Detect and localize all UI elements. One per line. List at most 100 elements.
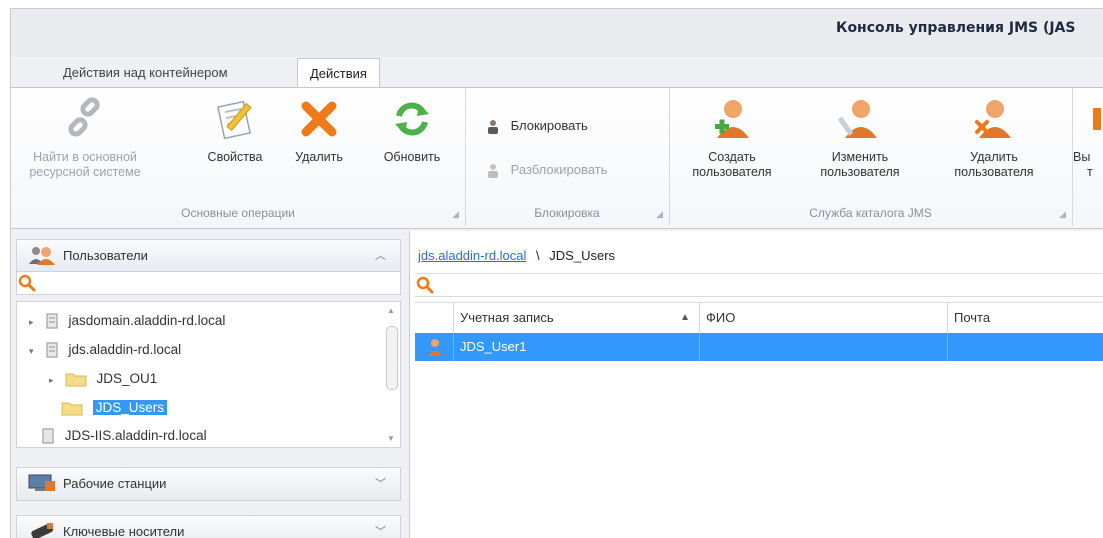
delete-user-label-2: пользователя [954,165,1034,179]
cell-fio [699,333,946,361]
properties-label: Свойства [207,150,263,164]
column-header-fio[interactable]: ФИО [699,303,946,333]
ribbon-group-basic: Найти в основной ресурсной системе Свойс… [11,88,466,226]
group-basic-label: Основные операции [181,206,295,220]
column-header-account[interactable]: Учетная запись ▲ [453,303,698,333]
breadcrumb-domain-link[interactable]: jds.aladdin-rd.local [418,248,526,263]
edit-user-label-1: Изменить [831,150,889,164]
create-user-button[interactable]: Создать пользователя [677,96,787,180]
scroll-up-icon[interactable]: ▲ [387,306,395,315]
user-unlock-icon [488,163,498,178]
user-lock-icon [488,119,498,134]
tree-node-label: JDS_OU1 [96,371,158,386]
delete-icon [301,101,337,137]
tree-node-jds-iis[interactable]: JDS-IIS.aladdin-rd.local [41,425,207,447]
tree-node-label: JDS-IIS.aladdin-rd.local [64,428,207,443]
tree-node-label: jds.aladdin-rd.local [68,342,182,357]
delete-user-icon [975,100,1011,138]
collapse-arrow-icon[interactable]: ▾ [29,340,41,362]
users-icon [29,247,55,265]
delete-button[interactable]: Удалить [287,96,351,165]
breadcrumb-current: JDS_Users [549,248,616,263]
unblock-button[interactable]: Разблокировать [487,158,607,182]
usb-token-icon [31,523,54,538]
create-user-icon [715,100,749,138]
group-lock-label: Блокировка [534,206,600,220]
delete-label: Удалить [295,150,343,164]
grid-header: Учетная запись ▲ ФИО Почта [415,302,1103,334]
group-catalog-launcher-icon[interactable]: ◢ [1059,209,1066,220]
column-header-mail[interactable]: Почта [947,303,1103,333]
refresh-button[interactable]: Обновить [371,96,453,165]
tree-search-field[interactable] [16,271,401,295]
server-icon [46,313,58,329]
find-label-2: ресурсной системе [29,165,141,179]
unblock-label: Разблокировать [510,162,608,177]
tree-node-jasdomain[interactable]: ▸ jasdomain.aladdin-rd.local [29,310,225,332]
tab-container-actions[interactable]: Действия над контейнером [51,58,240,87]
app-window: Консоль управления JMS (JAS Действия над… [10,8,1103,538]
users-header[interactable]: Пользователи ︿ [16,239,401,273]
properties-button[interactable]: Свойства [199,96,271,165]
ribbon: Найти в основной ресурсной системе Свойс… [11,87,1103,229]
create-user-label-2: пользователя [692,165,772,179]
users-header-label: Пользователи [63,248,148,263]
breadcrumb-separator: \ [536,248,540,263]
grid-search-field[interactable] [415,273,1103,297]
folder-icon [65,373,87,387]
search-icon [18,274,36,292]
navigation-pane: Пользователи ︿ ▸ jasdomain.aladdin-rd.lo… [11,231,410,538]
partial-button-icon [1093,108,1101,130]
find-label-1: Найти в основной [33,150,137,164]
delete-user-label-1: Удалить [970,150,1018,164]
properties-icon [217,100,252,140]
block-label: Блокировать [510,118,588,133]
tree-node-label-selected: JDS_Users [92,400,168,415]
chevron-down-icon: ﹀ [375,478,386,490]
edit-user-button[interactable]: Изменить пользователя [805,96,915,180]
content-pane: jds.aladdin-rd.local \ JDS_Users Учетная… [410,231,1103,538]
column-account-label: Учетная запись [460,310,554,325]
refresh-label: Обновить [383,150,441,164]
expand-arrow-icon[interactable]: ▸ [29,311,41,333]
ribbon-group-lock: Блокировка ◢ [465,88,670,226]
server-icon [42,428,54,444]
tab-actions[interactable]: Действия [297,58,380,89]
app-title: Консоль управления JMS (JAS [836,20,1076,36]
refresh-icon [395,102,429,136]
cell-mail [947,333,1103,361]
table-row[interactable]: JDS_User1 [415,333,1103,361]
block-button[interactable]: Блокировать [487,114,588,138]
expand-arrow-icon[interactable]: ▸ [49,369,61,391]
ribbon-tabs: Действия над контейнером Действия [11,57,1103,89]
tree-node-jds-ou1[interactable]: ▸ JDS_OU1 [49,368,157,390]
chevron-down-icon: ﹀ [375,526,386,538]
group-basic-launcher-icon[interactable]: ◢ [452,209,459,220]
partial-ribbon-button[interactable]: Вы т [1073,96,1103,180]
link-icon [68,97,100,137]
edit-user-icon [837,100,877,138]
tree-node-jds[interactable]: ▾ jds.aladdin-rd.local [29,339,181,361]
delete-user-button[interactable]: Удалить пользователя [939,96,1049,180]
tree-node-jds-users[interactable]: JDS_Users [61,397,168,419]
key-carriers-header-label: Ключевые носители [63,524,185,538]
tree-scrollbar[interactable]: ▲ ▼ [383,302,399,447]
directory-tree: ▸ jasdomain.aladdin-rd.local ▾ jds.aladd… [16,301,401,448]
workstations-header-label: Рабочие станции [63,476,167,491]
search-icon [416,276,434,294]
title-bar: Консоль управления JMS (JAS [11,9,1103,57]
workstations-icon [28,474,55,491]
find-in-resource-button[interactable]: Найти в основной ресурсной системе [25,96,145,180]
user-icon [428,339,442,356]
scrollbar-thumb[interactable] [386,326,398,390]
edit-user-label-2: пользователя [820,165,900,179]
ribbon-group-catalog: Создать пользователя Изменить пользовате… [669,88,1073,226]
cell-account: JDS_User1 [453,333,698,361]
key-carriers-header[interactable]: Ключевые носители ﹀ [16,515,401,538]
breadcrumb: jds.aladdin-rd.local \ JDS_Users [418,248,615,263]
group-lock-launcher-icon[interactable]: ◢ [656,209,663,220]
partial-label-1: Вы [1073,150,1091,164]
folder-icon [61,402,83,416]
scroll-down-icon[interactable]: ▼ [387,434,395,443]
workstations-header[interactable]: Рабочие станции ﹀ [16,467,401,501]
